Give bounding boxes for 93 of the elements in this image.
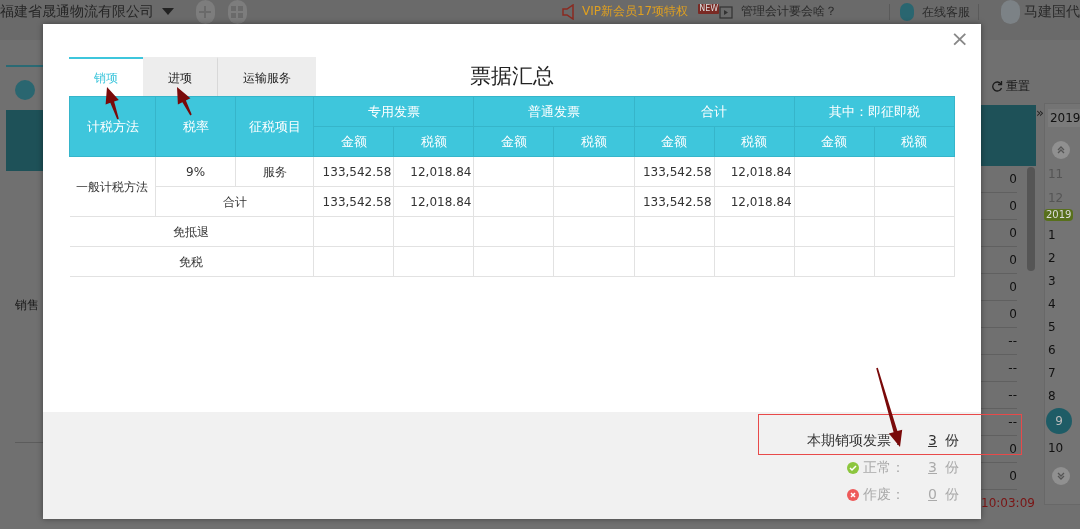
column-header: 征税项目: [235, 96, 314, 157]
column-header: 金额: [794, 126, 875, 157]
table-cell: 服务: [235, 156, 314, 187]
summary-unit: 份: [945, 458, 959, 477]
table-cell: 免税: [69, 246, 314, 277]
table-cell: 9%: [155, 156, 236, 187]
summary-count[interactable]: 0: [928, 484, 937, 505]
month-item[interactable]: 4: [1047, 296, 1056, 313]
value-text: 0: [1009, 306, 1017, 323]
support-link[interactable]: 在线客服: [922, 2, 971, 21]
month-item[interactable]: 3: [1047, 273, 1056, 290]
report-icon: [15, 80, 35, 100]
year-field[interactable]: 2019: [1047, 109, 1080, 127]
video-link[interactable]: 管理会计要会啥？: [741, 4, 838, 19]
month-item[interactable]: 9: [1045, 408, 1072, 434]
value-text: 0: [1009, 279, 1017, 296]
promo-link[interactable]: VIP新会员17项特权: [581, 4, 689, 19]
table-cell: 12,018.84: [714, 186, 795, 217]
column-header: 税额: [714, 126, 795, 157]
close-button[interactable]: ×: [948, 28, 971, 50]
month-item[interactable]: 5: [1047, 319, 1056, 336]
column-header: 税额: [554, 126, 635, 157]
expand-icon[interactable]: »: [1036, 106, 1044, 529]
video-icon: [719, 4, 734, 19]
annotation-arrow: [177, 87, 192, 116]
month-item[interactable]: 10: [1047, 440, 1064, 457]
summary-label: 正常：: [863, 458, 905, 477]
month-item[interactable]: 1: [1047, 227, 1056, 244]
avatar[interactable]: [1001, 0, 1020, 24]
grid-icon[interactable]: [228, 0, 247, 24]
summary-unit: 份: [945, 485, 959, 504]
year-badge: 2019: [1043, 209, 1074, 221]
header-strip: [6, 110, 43, 171]
value-text: 0: [1009, 441, 1017, 458]
refresh-icon: [991, 80, 1003, 92]
month-item[interactable]: 8: [1047, 388, 1056, 405]
annotation-arrow: [105, 87, 119, 120]
column-header: 税额: [874, 126, 955, 157]
timestamp: 10:03:09: [981, 495, 1036, 512]
value-text: --: [1008, 387, 1017, 404]
value-text: --: [1008, 414, 1017, 431]
summary-label: 作废：: [863, 485, 905, 504]
column-header: 税额: [393, 126, 474, 157]
value-text: 0: [1009, 198, 1017, 215]
column-header: 税率: [155, 96, 236, 157]
value-text: 0: [1009, 468, 1017, 485]
column-header: 其中：即征即税: [794, 96, 955, 127]
table-cell: 12,018.84: [714, 156, 795, 187]
new-badge: NEW: [698, 3, 720, 14]
table-cell: 合计: [155, 186, 314, 217]
column-header: 金额: [473, 126, 554, 157]
check-icon: [847, 461, 859, 474]
month-item[interactable]: 6: [1047, 342, 1056, 359]
row-label: 销售: [15, 297, 40, 314]
column-header: 合计: [634, 96, 795, 127]
month-item[interactable]: 2: [1047, 250, 1056, 267]
speaker-icon: [561, 3, 576, 20]
table-cell: 一般计税方法: [69, 156, 156, 217]
month-item[interactable]: 7: [1047, 365, 1056, 382]
summary-count[interactable]: 3: [928, 430, 937, 451]
header-strip: [981, 105, 1036, 166]
scrollbar[interactable]: [1027, 167, 1035, 271]
value-text: 0: [1009, 225, 1017, 242]
table-cell: 133,542.58: [313, 186, 394, 217]
user-name[interactable]: 马建国代: [1024, 1, 1080, 22]
column-header: 计税方法: [69, 96, 156, 157]
support-icon: [900, 2, 915, 21]
column-header: 专用发票: [313, 96, 474, 127]
add-icon[interactable]: [196, 0, 215, 24]
caret-icon[interactable]: [162, 8, 174, 15]
column-header: 金额: [313, 126, 394, 157]
table-cell: 133,542.58: [313, 156, 394, 187]
company-name: 福建省晟通物流有限公司: [0, 3, 154, 20]
down-icon[interactable]: [1051, 467, 1070, 485]
error-icon: [847, 488, 859, 501]
value-text: --: [1008, 360, 1017, 377]
table-cell: 12,018.84: [393, 186, 474, 217]
summary-count[interactable]: 3: [928, 457, 937, 478]
reset-button[interactable]: 重置: [991, 76, 1036, 96]
value-text: 0: [1009, 252, 1017, 269]
column-header: 普通发票: [473, 96, 635, 127]
up-icon[interactable]: [1051, 141, 1070, 159]
value-text: --: [1008, 333, 1017, 350]
table-cell: 免抵退: [69, 216, 314, 247]
tab[interactable]: 销项: [69, 57, 143, 96]
column-header: 金额: [634, 126, 715, 157]
summary-unit: 份: [945, 431, 959, 450]
dialog-title: 票据汇总: [470, 62, 554, 90]
table-cell: 133,542.58: [634, 186, 715, 217]
table-cell: 12,018.84: [393, 156, 474, 187]
value-text: 0: [1009, 171, 1017, 188]
summary-label: 本期销项发票：: [807, 431, 905, 450]
table-cell: 133,542.58: [634, 156, 715, 187]
